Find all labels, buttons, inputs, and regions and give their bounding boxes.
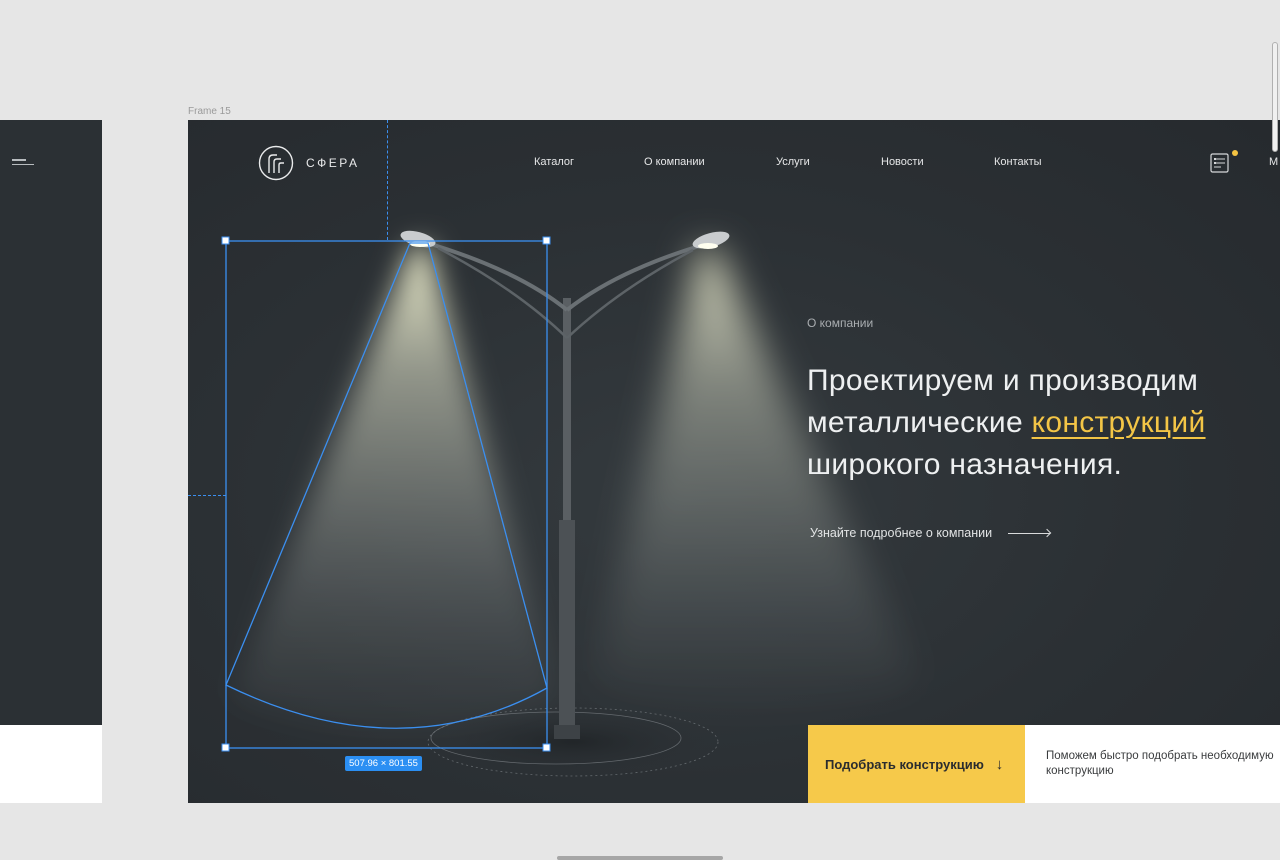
arrow-down-icon: ↓ (995, 755, 1004, 773)
lamp-glow-left (410, 241, 430, 247)
pick-construction-label: Подобрать конструкцию (825, 756, 984, 772)
nav-item-news[interactable]: Новости (881, 156, 924, 168)
vertical-scrollbar[interactable] (1272, 42, 1278, 152)
frame-label[interactable]: Frame 15 (188, 106, 231, 117)
pole-foot (554, 725, 580, 739)
header-cut-text[interactable]: М (1269, 156, 1278, 168)
light-cone-left (233, 245, 560, 734)
left-frame-footer (0, 725, 102, 803)
guide-line-horizontal (188, 495, 226, 496)
guide-line-vertical (387, 120, 388, 240)
headline-line-3: широкого назначения. (807, 448, 1123, 481)
lamp-arm-left-brace (437, 246, 568, 339)
menu-icon[interactable] (12, 159, 34, 167)
nav-item-catalog[interactable]: Каталог (534, 156, 574, 168)
headline-line-1: Проектируем и производим (807, 364, 1199, 397)
headline-highlight[interactable]: конструкций (1032, 406, 1206, 439)
about-more-link[interactable]: Узнайте подробнее о компании (810, 526, 1051, 540)
section-label: О компании (807, 316, 874, 330)
pole-base (559, 520, 575, 730)
frame-15[interactable]: 507.96 × 801.55 СФЕРА Каталог О компании… (188, 120, 1280, 803)
cta-note: Поможем быстро подобрать необходимую кон… (1025, 725, 1280, 803)
horizontal-scrollbar[interactable] (557, 856, 723, 860)
nav-item-services[interactable]: Услуги (776, 156, 810, 168)
cart-icon[interactable] (1209, 151, 1231, 175)
left-frame (0, 120, 102, 725)
nav-item-contacts[interactable]: Контакты (994, 156, 1042, 168)
nav-item-about[interactable]: О компании (644, 156, 705, 168)
lamp-arm-right-brace (566, 248, 694, 339)
main-nav: Каталог О компании Услуги Новости Контак… (188, 156, 1280, 170)
headline-line-2: металлические конструкций (807, 402, 1280, 444)
cart-badge-dot (1232, 150, 1238, 156)
lamp-glow-right (698, 243, 718, 249)
arrow-right-icon (1008, 532, 1051, 534)
about-more-link-label: Узнайте подробнее о компании (810, 526, 993, 540)
headline-line-2-prefix: металлические (807, 406, 1032, 439)
hero-headline: Проектируем и производим металлические к… (807, 360, 1280, 486)
selection-size-badge: 507.96 × 801.55 (345, 756, 422, 771)
pick-construction-button[interactable]: Подобрать конструкцию ↓ (808, 725, 1025, 803)
